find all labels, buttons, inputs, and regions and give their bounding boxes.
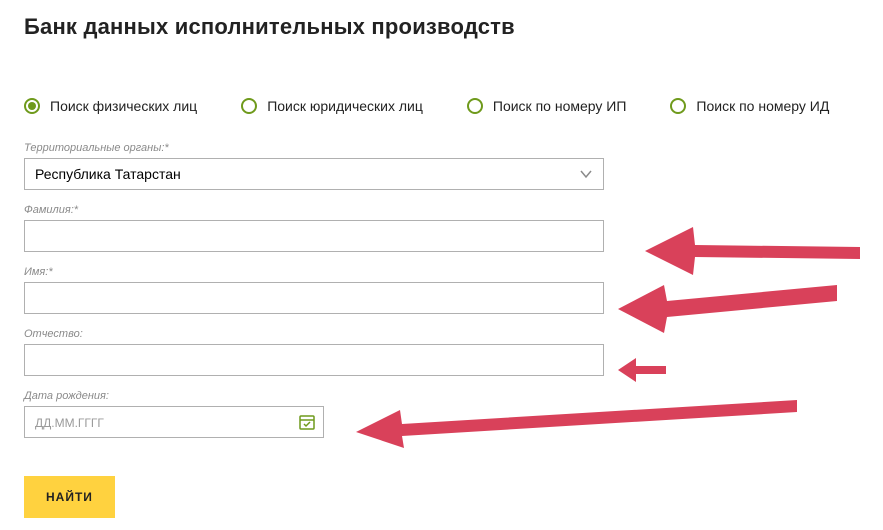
radio-label: Поиск юридических лиц (267, 98, 423, 114)
calendar-icon (298, 413, 316, 431)
radio-individual[interactable]: Поиск физических лиц (24, 98, 197, 114)
dob-input[interactable] (24, 406, 324, 438)
surname-input[interactable] (24, 220, 604, 252)
name-label: Имя:* (24, 266, 859, 278)
territory-select[interactable] (24, 158, 604, 190)
radio-legal[interactable]: Поиск юридических лиц (241, 98, 423, 114)
patronymic-input[interactable] (24, 344, 604, 376)
search-form: Территориальные органы:* Фамилия:* Имя:*… (24, 142, 859, 518)
radio-dot-icon (467, 98, 483, 114)
radio-label: Поиск по номеру ИП (493, 98, 627, 114)
radio-dot-icon (24, 98, 40, 114)
surname-label: Фамилия:* (24, 204, 859, 216)
radio-dot-icon (670, 98, 686, 114)
chevron-down-icon (578, 166, 594, 182)
radio-by-ip[interactable]: Поиск по номеру ИП (467, 98, 627, 114)
submit-button[interactable]: НАЙТИ (24, 476, 115, 518)
territory-label: Территориальные органы:* (24, 142, 859, 154)
patronymic-label: Отчество: (24, 328, 859, 340)
radio-by-id[interactable]: Поиск по номеру ИД (670, 98, 829, 114)
name-input[interactable] (24, 282, 604, 314)
radio-dot-icon (241, 98, 257, 114)
page-title: Банк данных исполнительных производств (24, 14, 859, 40)
search-type-radios: Поиск физических лиц Поиск юридических л… (24, 98, 859, 114)
radio-label: Поиск физических лиц (50, 98, 197, 114)
dob-label: Дата рождения: (24, 390, 859, 402)
radio-label: Поиск по номеру ИД (696, 98, 829, 114)
